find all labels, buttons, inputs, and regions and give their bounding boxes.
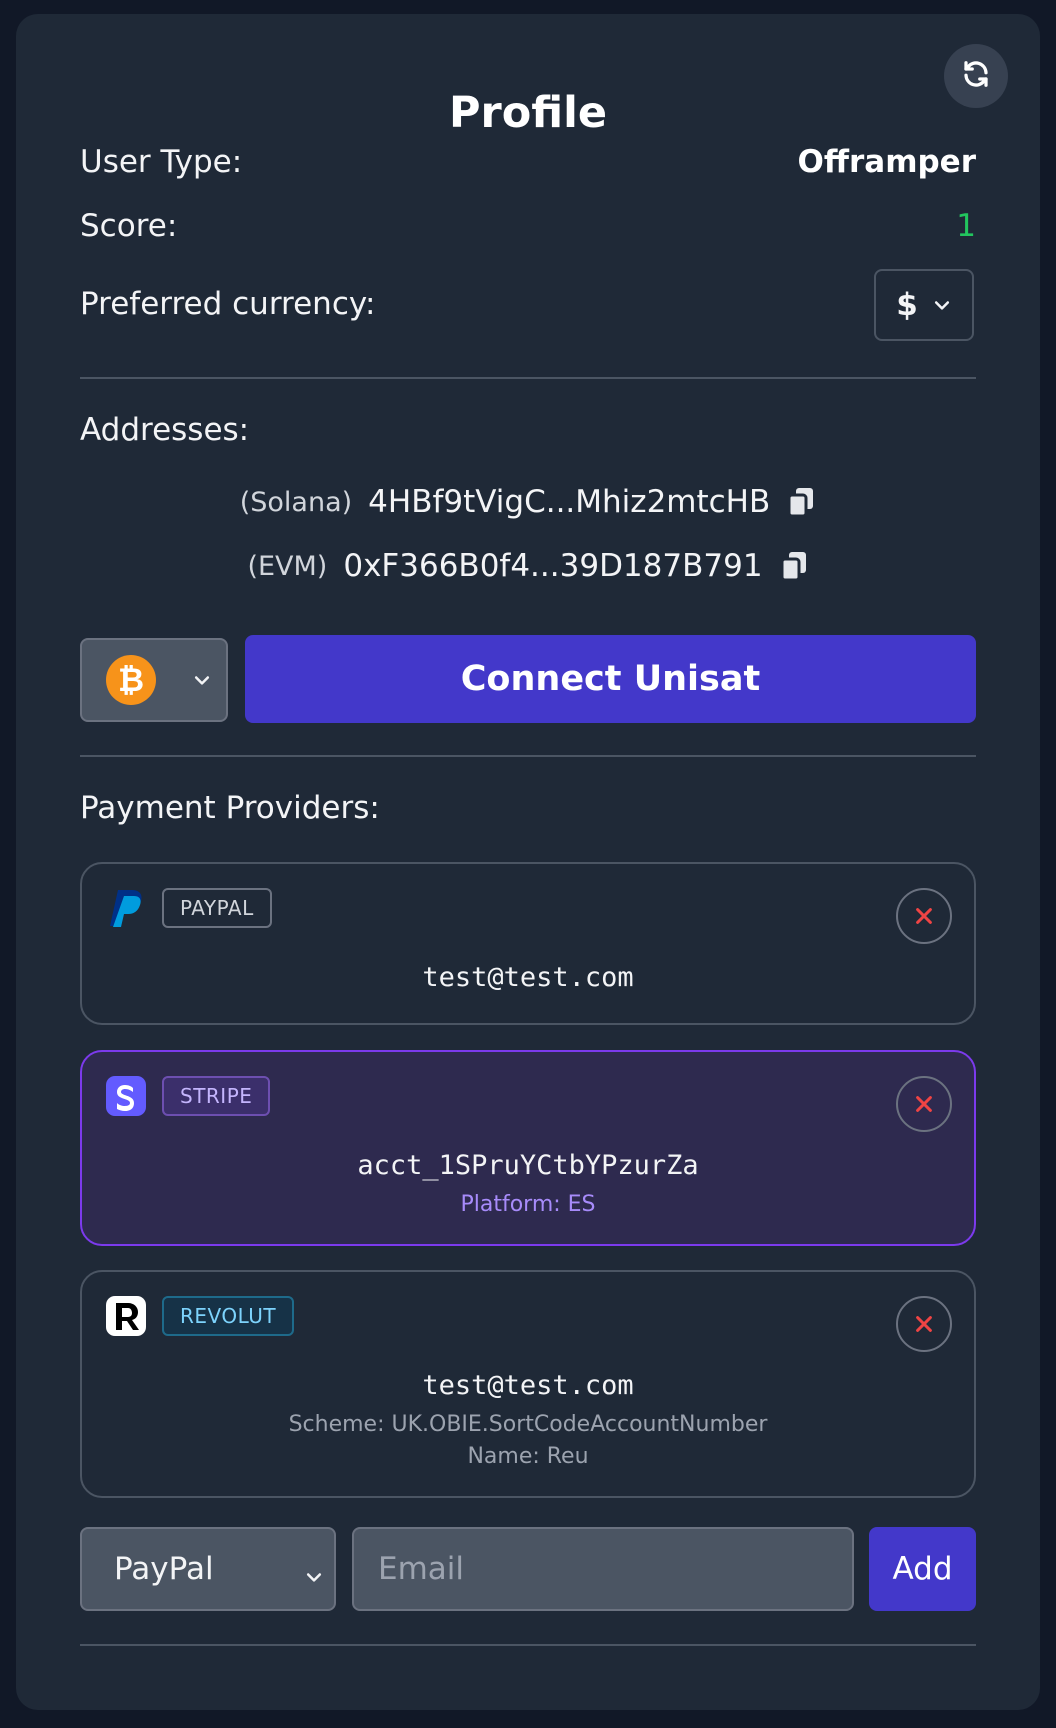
email-input[interactable] — [352, 1527, 854, 1611]
currency-value: $ — [896, 287, 918, 323]
provider-account: test@test.com — [422, 962, 634, 993]
address-text: 0xF366B0f4...39D187B791 — [343, 548, 763, 584]
provider-card-paypal: PAYPAL test@test.com — [80, 862, 976, 1025]
payment-providers-label: Payment Providers: — [80, 790, 380, 826]
stripe-logo-icon — [104, 1074, 148, 1118]
divider — [80, 755, 976, 757]
score-label: Score: — [80, 208, 178, 244]
close-icon — [916, 1316, 932, 1332]
address-text: 4HBf9tVigC...Mhiz2mtcHB — [368, 484, 771, 520]
provider-badge: STRIPE — [162, 1076, 271, 1116]
provider-account: acct_1SPruYCtbYPzurZa — [357, 1150, 699, 1181]
provider-type-value: PayPal — [114, 1551, 214, 1587]
profile-card: Profile User Type: Offramper Score: 1 Pr… — [16, 14, 1040, 1710]
provider-type-select[interactable]: PayPal — [80, 1527, 336, 1611]
provider-platform: Platform: ES — [460, 1192, 596, 1217]
divider — [80, 1644, 976, 1646]
chevron-down-icon — [192, 670, 212, 694]
addresses-label: Addresses: — [80, 412, 250, 448]
score-value: 1 — [956, 208, 976, 244]
provider-scheme: Scheme: UK.OBIE.SortCodeAccountNumber — [288, 1412, 768, 1437]
provider-card-stripe: STRIPE acct_1SPruYCtbYPzurZa Platform: E… — [80, 1050, 976, 1246]
chain-tag: (Solana) — [239, 486, 353, 518]
chain-tag: (EVM) — [247, 550, 328, 582]
address-row-evm: (EVM) 0xF366B0f4...39D187B791 — [16, 548, 1040, 584]
provider-account: test@test.com — [422, 1370, 634, 1401]
currency-select[interactable]: $ — [874, 269, 974, 341]
bitcoin-icon: ₿ — [106, 655, 156, 705]
revolut-logo-icon — [104, 1294, 148, 1338]
copy-icon[interactable] — [786, 486, 816, 518]
add-provider-button[interactable]: Add — [869, 1527, 976, 1611]
provider-name: Name: Reu — [467, 1444, 589, 1469]
remove-provider-button[interactable] — [896, 888, 952, 944]
user-type-value: Offramper — [797, 144, 976, 180]
user-type-label: User Type: — [80, 144, 243, 180]
remove-provider-button[interactable] — [896, 1076, 952, 1132]
wallet-select[interactable]: ₿ — [80, 638, 228, 722]
copy-icon[interactable] — [779, 550, 809, 582]
close-icon — [916, 908, 932, 924]
provider-card-revolut: REVOLUT test@test.com Scheme: UK.OBIE.So… — [80, 1270, 976, 1498]
remove-provider-button[interactable] — [896, 1296, 952, 1352]
close-icon — [916, 1096, 932, 1112]
preferred-currency-label: Preferred currency: — [80, 286, 376, 322]
provider-badge: PAYPAL — [162, 888, 272, 928]
divider — [80, 377, 976, 379]
page-title: Profile — [448, 88, 608, 138]
connect-unisat-button[interactable]: Connect Unisat — [245, 635, 976, 723]
provider-badge: REVOLUT — [162, 1296, 295, 1336]
address-row-solana: (Solana) 4HBf9tVigC...Mhiz2mtcHB — [16, 484, 1040, 520]
chevron-down-icon — [932, 287, 952, 323]
paypal-logo-icon — [104, 886, 148, 930]
chevron-down-icon — [304, 1559, 324, 1595]
